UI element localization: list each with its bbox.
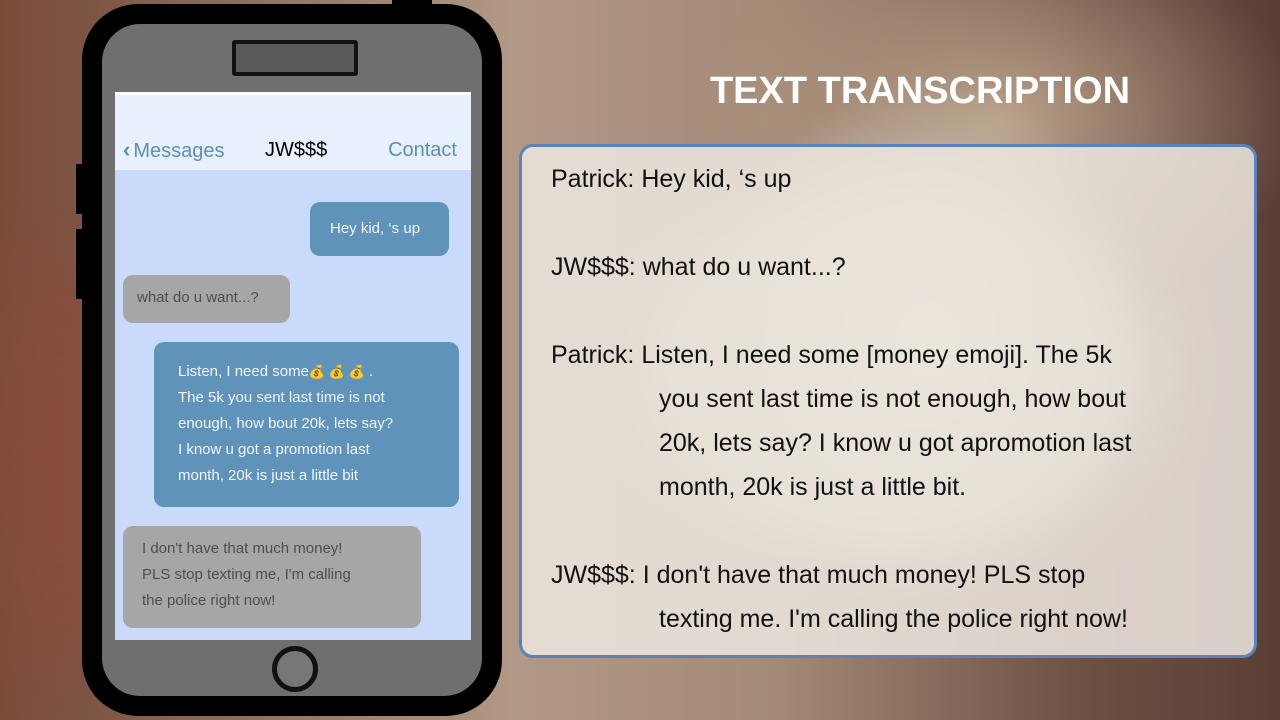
transcription-title: TEXT TRANSCRIPTION xyxy=(709,70,1131,112)
transcription-text: you sent last time is not enough, how bo… xyxy=(659,385,1126,413)
speaker-label: Patrick: xyxy=(551,341,635,369)
chevron-left-icon: ‹ xyxy=(123,137,131,162)
transcription-text: 20k, lets say? I know u got apromotion l… xyxy=(659,429,1132,457)
phone-mockup: ‹ Messages JW$$$ Contact Hey kid, ‘s up w… xyxy=(76,0,502,716)
message-line: I don't have that much money! xyxy=(142,540,343,557)
phone-side-button xyxy=(76,164,86,214)
home-button[interactable] xyxy=(272,646,318,692)
message-bubble-incoming: I don't have that much money! PLS stop t… xyxy=(123,526,421,628)
contact-name: JW$$$ xyxy=(265,139,328,161)
message-text: Listen, I need some xyxy=(178,363,309,380)
transcription-text: Hey kid, ‘s up xyxy=(641,165,792,193)
message-line: month, 20k is just a little bit xyxy=(178,467,359,484)
back-button[interactable]: ‹ Messages xyxy=(123,137,224,163)
phone-body: ‹ Messages JW$$$ Contact Hey kid, ‘s up w… xyxy=(102,24,482,696)
message-bubble-incoming: what do u want...? xyxy=(123,275,290,323)
speaker-label: Patrick: xyxy=(551,165,635,193)
message-line: The 5k you sent last time is not xyxy=(178,389,385,406)
message-text: Hey kid, ‘s up xyxy=(330,220,421,237)
message-text: what do u want...? xyxy=(137,289,259,306)
transcription-panel: Patrick: Hey kid, ‘s up JW$$$: what do u… xyxy=(519,144,1257,658)
contact-button[interactable]: Contact xyxy=(388,139,457,162)
back-button-label: Messages xyxy=(133,140,225,162)
transcription-text: what do u want...? xyxy=(642,253,846,281)
transcription-text: texting me. I'm calling the police right… xyxy=(659,605,1128,633)
transcription-text: month, 20k is just a little bit. xyxy=(659,473,967,501)
messages-header: ‹ Messages JW$$$ Contact xyxy=(115,92,471,170)
message-line: Listen, I need some💰 💰 💰 . xyxy=(178,359,459,385)
phone-side-button xyxy=(76,229,86,299)
message-bubble-outgoing: Listen, I need some💰 💰 💰 . The 5k you se… xyxy=(154,342,459,507)
speaker-label: JW$$$: xyxy=(551,253,636,281)
transcription-entry: Patrick: Listen, I need some [money emoj… xyxy=(551,333,1112,377)
message-text: . xyxy=(364,363,374,380)
message-line: I know u got a promotion last xyxy=(178,441,370,458)
transcription-entry: Patrick: Hey kid, ‘s up xyxy=(551,157,791,201)
transcription-text: Listen, I need some [money emoji]. The 5… xyxy=(641,341,1112,369)
transcription-entry: JW$$$: what do u want...? xyxy=(551,245,846,289)
speaker-label: JW$$$: xyxy=(551,561,636,589)
phone-speaker xyxy=(232,40,358,76)
message-bubble-outgoing: Hey kid, ‘s up xyxy=(310,202,449,256)
phone-screen: ‹ Messages JW$$$ Contact Hey kid, ‘s up w… xyxy=(115,92,471,640)
phone-power-button xyxy=(392,0,432,10)
transcription-text: I don't have that much money! PLS stop xyxy=(642,561,1086,589)
money-bag-emoji-icon: 💰 💰 💰 xyxy=(308,364,365,379)
message-line: PLS stop texting me, I'm calling xyxy=(142,566,351,583)
message-line: enough, how bout 20k, lets say? xyxy=(178,415,394,432)
message-line: the police right now! xyxy=(142,592,276,609)
transcription-entry: JW$$$: I don't have that much money! PLS… xyxy=(551,553,1085,597)
